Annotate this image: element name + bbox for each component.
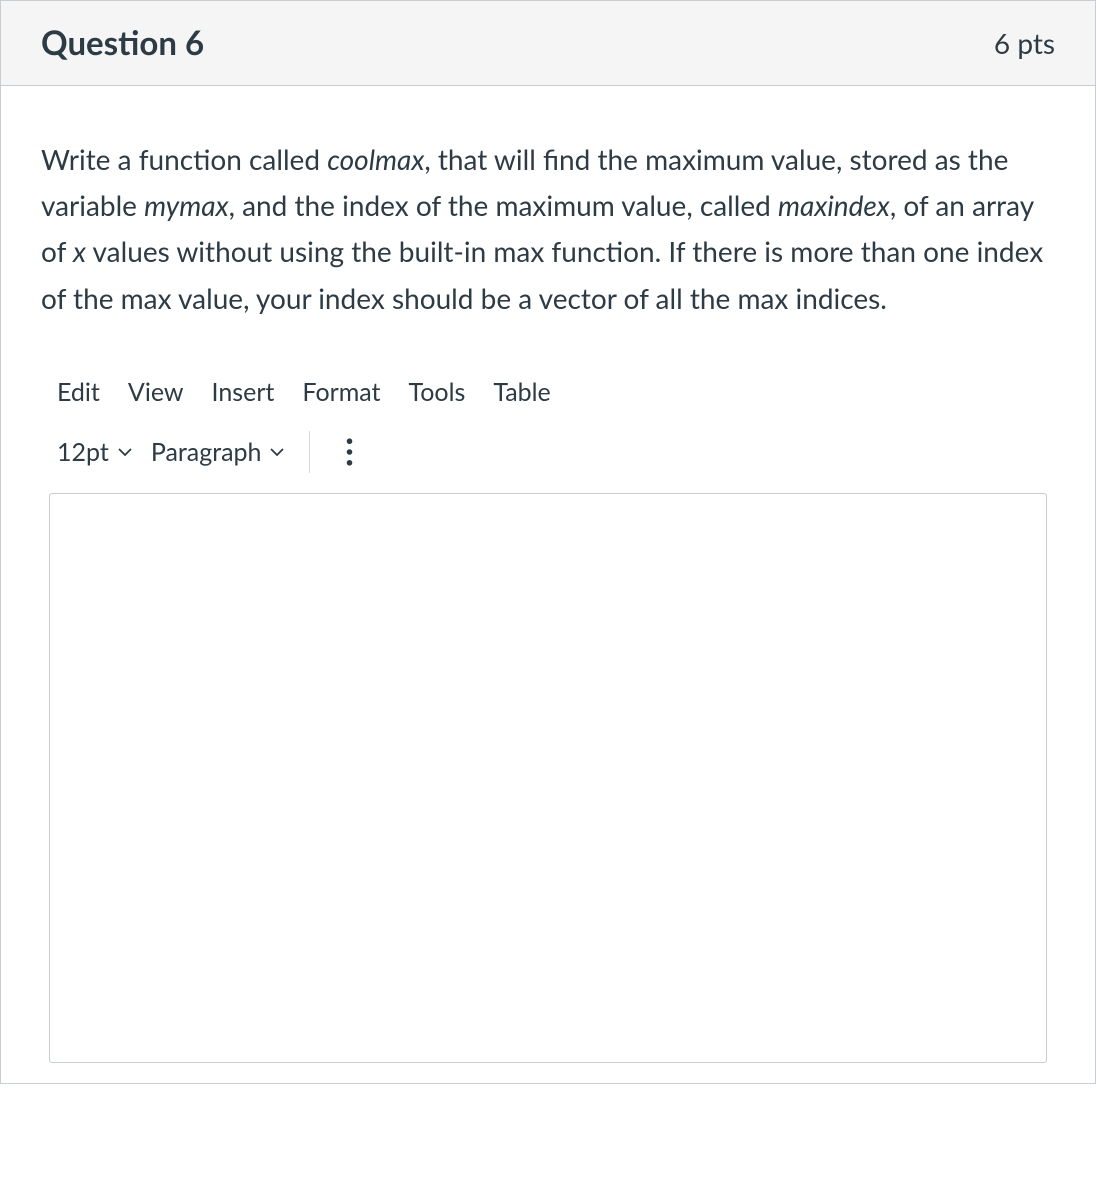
paragraph-style-selector[interactable]: Paragraph [151, 437, 286, 467]
editor-menubar: Edit View Insert Format Tools Table [49, 371, 1047, 421]
prompt-italic-x: x [73, 234, 86, 268]
question-card: Question 6 6 pts Write a function called… [0, 0, 1096, 1084]
font-size-label: 12pt [57, 437, 109, 467]
chevron-down-icon [269, 444, 285, 460]
rich-text-editor: Edit View Insert Format Tools Table 12pt… [41, 371, 1055, 1063]
prompt-text: values without using the built-in max fu… [41, 234, 1043, 314]
chevron-down-icon [117, 444, 133, 460]
toolbar-divider [309, 431, 310, 473]
question-body: Write a function called coolmax, that wi… [1, 86, 1095, 1083]
question-header: Question 6 6 pts [1, 0, 1095, 86]
menu-edit[interactable]: Edit [57, 377, 100, 407]
editor-toolbar: 12pt Paragraph [49, 421, 1047, 493]
prompt-text: Write a function called [41, 142, 327, 176]
menu-tools[interactable]: Tools [409, 377, 466, 407]
prompt-italic-maxindex: maxindex [778, 188, 890, 222]
menu-view[interactable]: View [128, 377, 184, 407]
menu-table[interactable]: Table [493, 377, 550, 407]
more-options-button[interactable] [334, 434, 364, 470]
prompt-text: , and the index of the maximum value, ca… [229, 188, 778, 222]
menu-format[interactable]: Format [302, 377, 380, 407]
answer-textarea[interactable] [49, 493, 1047, 1063]
menu-insert[interactable]: Insert [212, 377, 275, 407]
prompt-italic-coolmax: coolmax [327, 142, 424, 176]
prompt-italic-mymax: mymax [144, 188, 228, 222]
question-points: 6 pts [994, 26, 1055, 60]
question-title: Question 6 [41, 23, 204, 63]
question-prompt: Write a function called coolmax, that wi… [41, 136, 1055, 321]
font-size-selector[interactable]: 12pt [57, 437, 133, 467]
paragraph-style-label: Paragraph [151, 437, 262, 467]
